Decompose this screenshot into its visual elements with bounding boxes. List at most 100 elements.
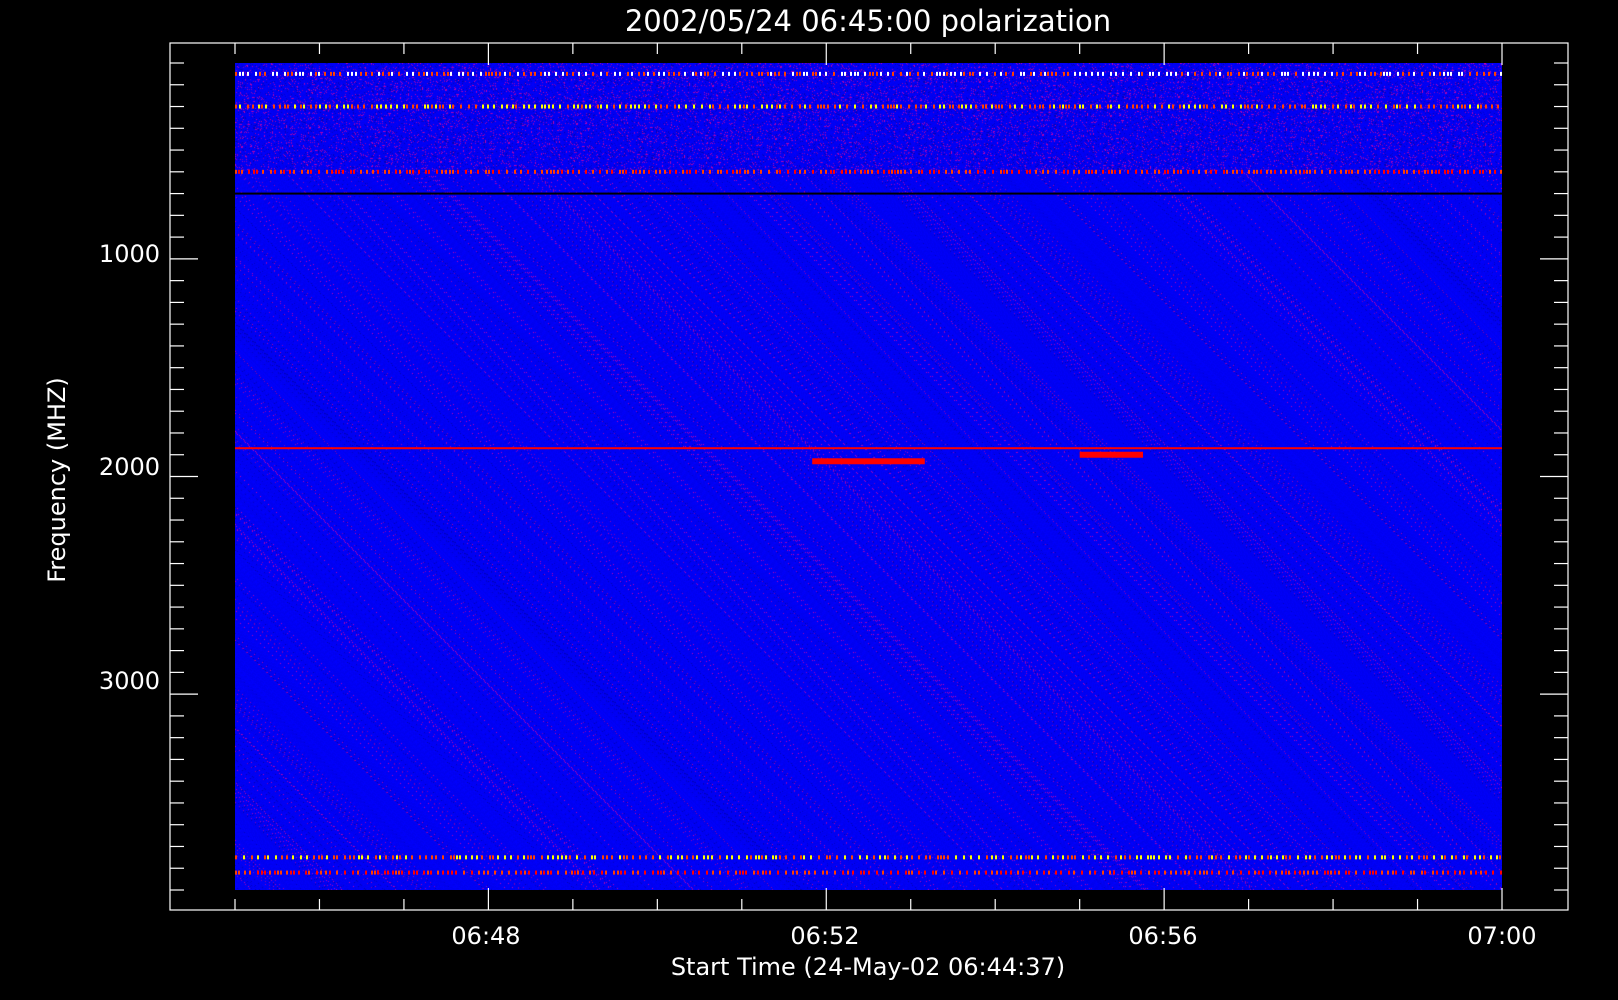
rfi-segment — [1467, 169, 1469, 174]
rfi-segment — [1331, 855, 1333, 860]
rfi-segment — [606, 169, 608, 174]
rfi-segment — [1200, 855, 1202, 860]
rfi-segment — [1338, 855, 1340, 860]
rfi-segment — [799, 71, 801, 76]
rfi-segment — [330, 71, 332, 76]
rfi-segment — [1172, 104, 1174, 109]
rfi-segment — [313, 855, 315, 860]
rfi-segment — [349, 855, 351, 860]
rfi-segment — [520, 870, 522, 875]
rfi-segment — [578, 71, 580, 76]
rfi-segment — [450, 855, 452, 860]
rfi-segment — [776, 169, 778, 174]
rfi-segment — [637, 870, 639, 875]
rfi-segment — [891, 169, 893, 174]
rfi-segment — [937, 855, 939, 860]
rfi-segment — [1203, 870, 1205, 875]
rfi-segment — [1062, 104, 1064, 109]
rfi-segment — [401, 870, 403, 875]
rfi-segment — [673, 71, 675, 76]
rfi-segment — [702, 169, 704, 174]
rfi-segment — [585, 104, 587, 109]
rfi-segment — [1088, 855, 1090, 860]
rfi-segment — [1126, 104, 1128, 109]
rfi-segment — [945, 169, 947, 174]
rfi-segment — [682, 169, 684, 174]
rfi-segment — [1383, 169, 1385, 174]
rfi-segment — [1248, 855, 1250, 860]
rfi-segment — [1413, 71, 1415, 76]
rfi-segment — [613, 104, 615, 109]
rfi-segment — [1275, 870, 1277, 875]
rfi-segment — [360, 71, 362, 76]
rfi-segment — [1364, 169, 1366, 174]
rfi-segment — [274, 870, 276, 875]
rfi-segment — [995, 104, 997, 109]
rfi-segment — [870, 104, 872, 109]
rfi-segment — [1141, 71, 1143, 76]
rfi-segment — [412, 169, 414, 174]
rfi-segment — [732, 169, 734, 174]
rfi-segment — [1031, 855, 1033, 860]
rfi-segment — [1424, 870, 1426, 875]
rfi-segment — [1261, 855, 1263, 860]
rfi-segment — [854, 104, 856, 109]
rfi-segment — [1383, 71, 1385, 76]
rfi-segment — [1102, 169, 1104, 174]
rfi-segment — [1281, 71, 1283, 76]
rfi-segment — [1042, 104, 1044, 109]
rfi-segment — [512, 104, 514, 109]
rfi-segment — [1345, 169, 1347, 174]
rfi-segment — [1488, 71, 1490, 76]
rfi-segment — [463, 870, 465, 875]
rfi-segment — [1359, 71, 1361, 76]
rfi-segment — [365, 870, 367, 875]
rfi-segment — [896, 104, 898, 109]
rfi-segment — [527, 169, 529, 174]
rfi-segment — [890, 870, 892, 875]
rfi-segment — [814, 870, 816, 875]
rfi-segment — [248, 169, 250, 174]
rfi-segment — [1260, 169, 1262, 174]
rfi-segment — [1500, 870, 1502, 875]
rfi-segment — [1079, 71, 1081, 76]
rfi-segment — [1055, 71, 1057, 76]
rfi-segment — [739, 71, 741, 76]
rfi-segment — [244, 870, 246, 875]
rfi-segment — [1180, 870, 1182, 875]
rfi-segment — [599, 169, 601, 174]
rfi-segment — [571, 870, 573, 875]
rfi-segment — [1037, 855, 1039, 860]
rfi-segment — [262, 169, 264, 174]
rfi-segment — [1073, 870, 1075, 875]
rfi-segment — [416, 870, 418, 875]
rfi-segment — [1395, 870, 1397, 875]
rfi-segment — [860, 870, 862, 875]
rfi-segment — [1299, 870, 1301, 875]
rfi-segment — [442, 855, 444, 860]
rfi-segment — [506, 104, 508, 109]
rfi-segment — [1005, 71, 1007, 76]
rfi-segment — [1140, 870, 1142, 875]
rfi-segment — [541, 104, 543, 109]
rfi-segment — [954, 71, 956, 76]
rfi-segment — [611, 855, 613, 860]
rfi-segment — [810, 855, 812, 860]
rfi-segment — [639, 169, 641, 174]
rfi-segment — [669, 169, 671, 174]
rfi-segment — [918, 855, 920, 860]
rfi-segment — [1111, 169, 1113, 174]
rfi-segment — [1127, 169, 1129, 174]
rfi-segment — [880, 71, 882, 76]
rfi-segment — [1132, 104, 1134, 109]
rfi-segment — [1336, 71, 1338, 76]
rfi-segment — [477, 169, 479, 174]
red-line — [235, 447, 1502, 450]
rfi-segment — [974, 870, 976, 875]
rfi-segment — [960, 71, 962, 76]
rfi-segment — [1188, 104, 1190, 109]
rfi-segment — [1423, 855, 1425, 860]
rfi-segment — [1245, 855, 1247, 860]
rfi-segment — [829, 855, 831, 860]
rfi-segment — [1308, 71, 1310, 76]
